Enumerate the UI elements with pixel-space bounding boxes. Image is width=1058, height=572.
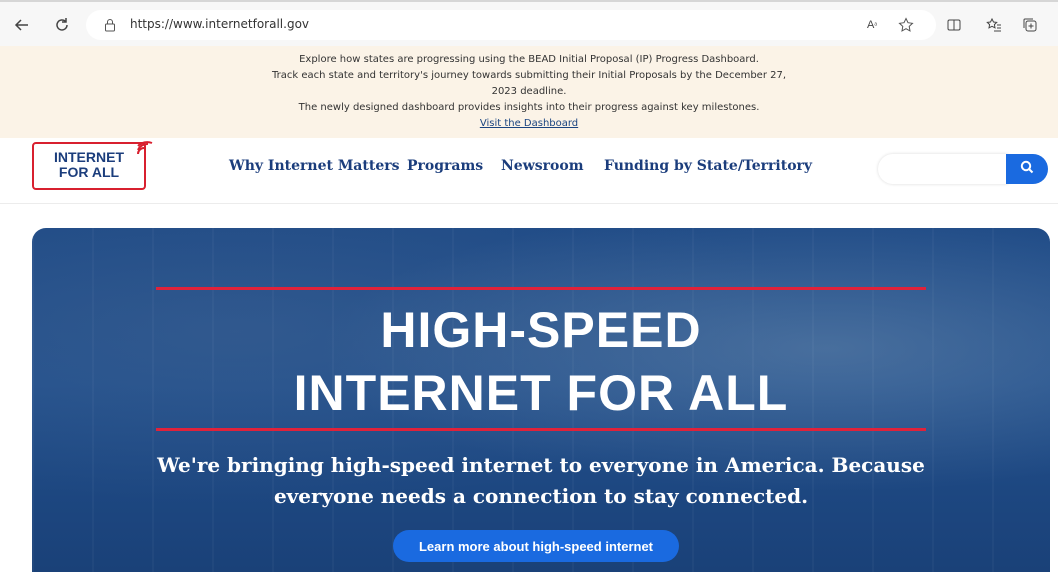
- logo-line-1: INTERNET: [54, 149, 124, 165]
- internet-for-all-logo[interactable]: INTERNET FOR ALL: [32, 141, 153, 190]
- logo-line-2: FOR ALL: [58, 164, 120, 180]
- signal-waves-icon: [134, 140, 156, 167]
- visit-dashboard-link[interactable]: Visit the Dashboard: [480, 118, 578, 129]
- learn-more-button[interactable]: Learn more about high-speed internet: [393, 530, 679, 562]
- site-header: INTERNET FOR ALL Why Internet Matters Pr…: [0, 138, 1058, 204]
- search-button[interactable]: [1006, 154, 1048, 184]
- favorites-icon[interactable]: [984, 15, 1004, 35]
- banner-line-1: Explore how states are progressing using…: [299, 54, 759, 65]
- split-screen-icon[interactable]: [944, 15, 964, 35]
- star-icon[interactable]: [896, 15, 916, 35]
- nav-newsroom[interactable]: Newsroom: [501, 158, 584, 174]
- hero-subtitle-line-2: everyone needs a connection to stay conn…: [273, 484, 809, 508]
- nav-programs[interactable]: Programs: [407, 158, 483, 174]
- refresh-icon[interactable]: [52, 15, 72, 35]
- hero-title-line-2: INTERNET FOR ALL: [293, 365, 789, 421]
- address-bar[interactable]: https://www.internetforall.gov: [86, 10, 936, 40]
- browser-toolbar: https://www.internetforall.gov Aᵃ: [0, 0, 1058, 46]
- collections-icon[interactable]: [1020, 15, 1040, 35]
- nav-why-internet-matters[interactable]: Why Internet Matters: [229, 158, 399, 174]
- back-arrow-icon[interactable]: [12, 15, 32, 35]
- site-search: [878, 154, 1050, 184]
- hero-title-line-1: HIGH-SPEED: [380, 302, 702, 358]
- banner-line-3: 2023 deadline.: [491, 86, 567, 97]
- hero-subtitle-line-1: We're bringing high-speed internet to ev…: [157, 453, 925, 477]
- hero-section: HIGH-SPEED INTERNET FOR ALL We're bringi…: [32, 228, 1050, 572]
- banner-line-2: Track each state and territory's journey…: [271, 70, 787, 81]
- search-icon: [1020, 160, 1034, 179]
- hero-top-rule: [156, 287, 926, 290]
- logo-text: INTERNET FOR ALL: [42, 150, 136, 180]
- hero-bottom-rule: [156, 428, 926, 431]
- search-input[interactable]: [878, 154, 1008, 184]
- nav-funding-by-state[interactable]: Funding by State/Territory: [604, 158, 812, 174]
- lock-icon[interactable]: [104, 18, 116, 37]
- url-text[interactable]: https://www.internetforall.gov: [130, 17, 309, 31]
- read-aloud-icon[interactable]: Aᵃ: [862, 15, 882, 35]
- announcement-banner: Explore how states are progressing using…: [0, 46, 1058, 138]
- banner-line-4: The newly designed dashboard provides in…: [298, 102, 760, 113]
